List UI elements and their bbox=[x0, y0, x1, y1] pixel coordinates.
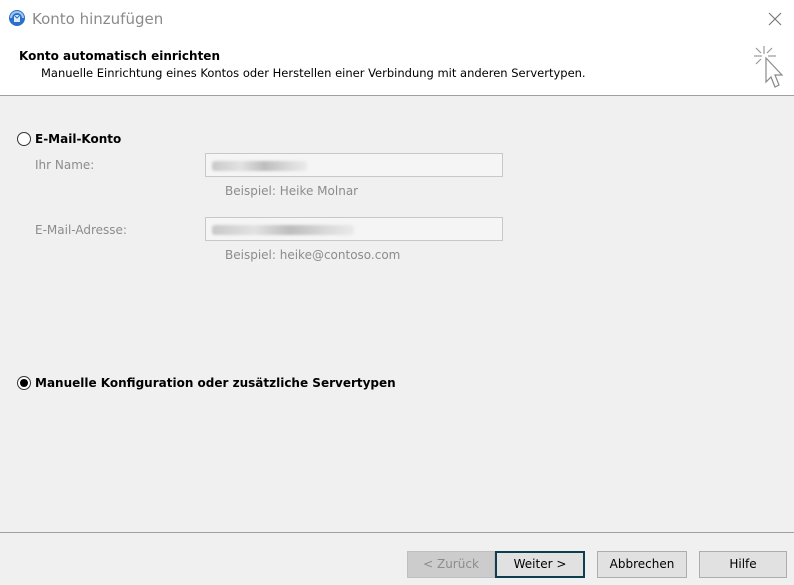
next-button[interactable]: Weiter > bbox=[495, 551, 585, 578]
help-button[interactable]: Hilfe bbox=[699, 551, 787, 578]
outlook-icon bbox=[9, 10, 25, 26]
window-title: Konto hinzufügen bbox=[32, 10, 164, 28]
footer-separator bbox=[0, 532, 794, 533]
manual-config-label: Manuelle Konfiguration oder zusätzliche … bbox=[35, 376, 396, 390]
close-icon[interactable] bbox=[762, 6, 788, 32]
header-subtitle: Manuelle Einrichtung eines Kontos oder H… bbox=[41, 66, 586, 80]
redacted-name bbox=[212, 161, 307, 171]
cancel-button[interactable]: Abbrechen bbox=[597, 551, 687, 578]
name-input[interactable] bbox=[205, 153, 503, 177]
email-account-radio-circle[interactable] bbox=[17, 132, 31, 146]
manual-config-radio-circle[interactable] bbox=[17, 376, 31, 390]
redacted-email bbox=[212, 225, 354, 235]
title-bar: Konto hinzufügen bbox=[0, 0, 794, 38]
email-label: E-Mail-Adresse: bbox=[35, 223, 127, 237]
wizard-header: Konto automatisch einrichten Manuelle Ei… bbox=[0, 38, 794, 96]
email-input[interactable] bbox=[205, 217, 503, 241]
email-hint: Beispiel: heike@contoso.com bbox=[225, 248, 401, 262]
email-account-label: E-Mail-Konto bbox=[35, 132, 122, 146]
header-title: Konto automatisch einrichten bbox=[19, 49, 220, 63]
name-hint: Beispiel: Heike Molnar bbox=[225, 184, 359, 198]
name-label: Ihr Name: bbox=[35, 158, 95, 172]
manual-config-radio[interactable]: Manuelle Konfiguration oder zusätzliche … bbox=[17, 376, 396, 390]
back-button[interactable]: < Zurück bbox=[407, 551, 495, 578]
cursor-sparkle-icon bbox=[754, 46, 784, 88]
email-account-radio[interactable]: E-Mail-Konto bbox=[17, 132, 121, 146]
